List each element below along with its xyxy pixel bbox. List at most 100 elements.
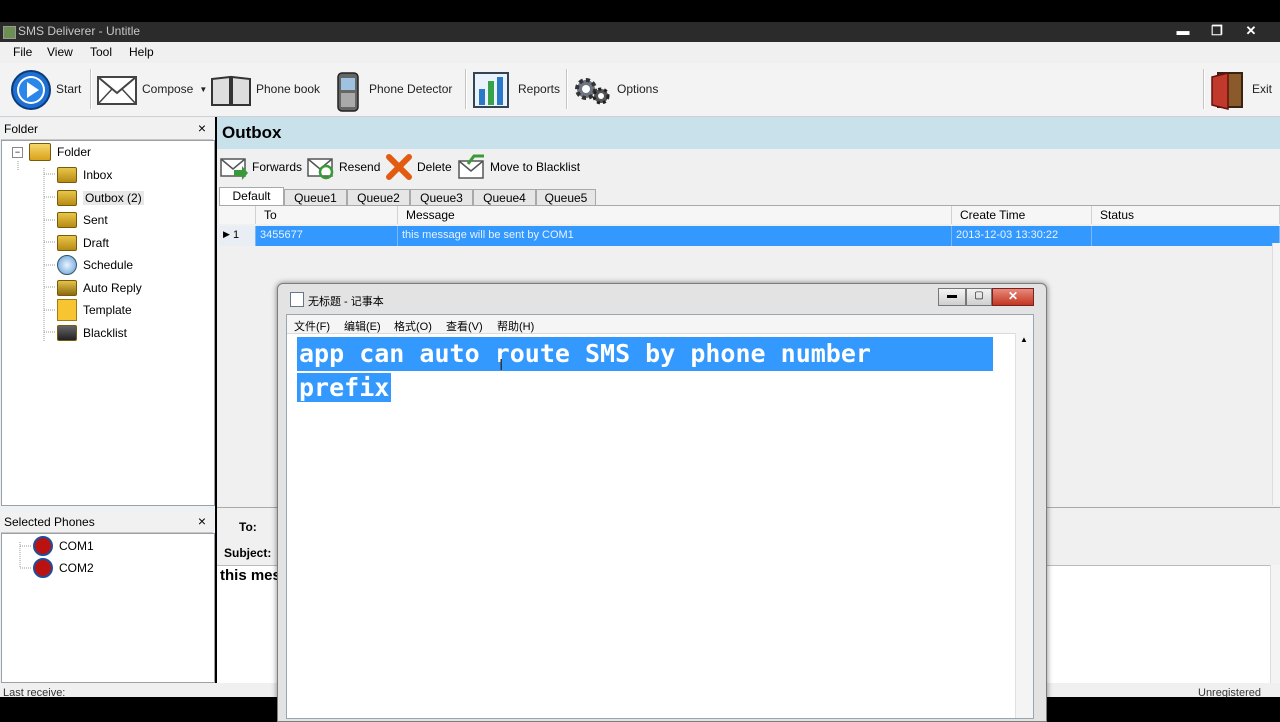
compose-dropdown-icon[interactable]: ▼	[199, 85, 207, 94]
phonebook-button[interactable]: Phone book	[210, 66, 320, 112]
template-icon	[57, 299, 77, 321]
resend-mail-icon	[307, 154, 335, 180]
cell-create-time: 2013-12-03 13:30:22	[952, 226, 1092, 246]
tab-queue4[interactable]: Queue4	[473, 189, 536, 205]
tab-queue2[interactable]: Queue2	[347, 189, 410, 205]
restore-button[interactable]: ❐	[1206, 22, 1228, 42]
tab-queue5[interactable]: Queue5	[536, 189, 596, 205]
outbox-title: Outbox	[222, 123, 282, 142]
column-header-status[interactable]: Status	[1092, 206, 1280, 224]
folder-panel-header: Folder ×	[1, 119, 213, 140]
blacklist-mail-icon	[458, 154, 486, 180]
notepad-title: 无标题 - 记事本	[308, 296, 384, 308]
folder-item-sent[interactable]: Sent	[57, 210, 108, 230]
notepad-menu-file[interactable]: 文件(F)	[294, 318, 330, 334]
minimize-button[interactable]: ▬	[1172, 22, 1194, 42]
menu-bar: File View Tool Help	[0, 42, 1280, 63]
subject-label: Subject:	[224, 546, 272, 560]
exit-door-icon	[1210, 69, 1246, 110]
modem-icon	[33, 536, 53, 556]
blacklist-folder-icon	[57, 325, 77, 341]
menu-tool[interactable]: Tool	[90, 45, 112, 59]
phone-item-com2[interactable]: COM2	[33, 558, 94, 578]
folder-item-inbox[interactable]: Inbox	[57, 165, 112, 185]
start-button[interactable]: Start	[10, 66, 81, 112]
notepad-caption-buttons: ▬ ▢ ✕	[938, 288, 1034, 306]
delete-x-icon	[385, 154, 413, 180]
notepad-menu-format[interactable]: 格式(O)	[394, 318, 432, 334]
resend-button[interactable]: Resend	[307, 151, 380, 183]
column-header-to[interactable]: To	[256, 206, 398, 224]
draft-folder-icon	[57, 235, 77, 251]
notepad-maximize-button[interactable]: ▢	[966, 288, 992, 306]
menu-file[interactable]: File	[13, 45, 32, 59]
options-button[interactable]: Options	[571, 66, 658, 112]
menu-help[interactable]: Help	[129, 45, 154, 59]
scroll-up-icon[interactable]: ▲	[1020, 335, 1028, 344]
folder-item-auto-reply[interactable]: Auto Reply	[57, 278, 142, 298]
notepad-close-button[interactable]: ✕	[992, 288, 1034, 306]
notepad-text-area[interactable]: app can auto route SMS by phone number p…	[297, 337, 997, 405]
main-toolbar: Start Compose ▼ Phone book Phone Detecto…	[0, 63, 1280, 117]
notepad-menu-view[interactable]: 查看(V)	[446, 318, 483, 334]
phones-tree: COM1 COM2	[1, 533, 215, 683]
folder-item-outbox[interactable]: Outbox (2)	[57, 188, 144, 208]
folder-item-schedule[interactable]: Schedule	[57, 255, 133, 275]
tab-queue3[interactable]: Queue3	[410, 189, 473, 205]
row-pointer-icon: ▶	[223, 229, 230, 239]
delete-button[interactable]: Delete	[385, 151, 452, 183]
notepad-minimize-button[interactable]: ▬	[938, 288, 966, 306]
cell-message: this message will be sent by COM1	[398, 226, 952, 246]
bar-chart-icon	[472, 69, 512, 109]
play-icon	[10, 69, 51, 110]
menu-view[interactable]: View	[47, 45, 73, 59]
tab-default[interactable]: Default	[219, 187, 284, 206]
column-header-message[interactable]: Message	[398, 206, 952, 224]
folder-item-blacklist[interactable]: Blacklist	[57, 323, 127, 343]
phone-detector-button[interactable]: Phone Detector	[333, 66, 452, 112]
phones-panel-close-icon[interactable]: ×	[198, 513, 206, 529]
book-icon	[210, 69, 251, 109]
modem-icon	[33, 558, 53, 578]
column-header-create-time[interactable]: Create Time	[952, 206, 1092, 224]
sent-folder-icon	[57, 212, 77, 228]
text-cursor-icon: I	[499, 357, 504, 374]
phones-panel-header: Selected Phones ×	[1, 512, 213, 533]
folder-panel-close-icon[interactable]: ×	[198, 120, 206, 136]
notepad-menu-edit[interactable]: 编辑(E)	[344, 318, 381, 334]
folder-open-icon	[29, 143, 51, 161]
folder-item-draft[interactable]: Draft	[57, 233, 109, 253]
selected-text-line-1: app can auto route SMS by phone number	[297, 337, 993, 371]
folder-panel-title: Folder	[4, 122, 39, 136]
inbox-folder-icon	[57, 167, 77, 183]
close-button[interactable]: ✕	[1240, 22, 1262, 42]
folder-item-template[interactable]: Template	[57, 299, 132, 321]
envelope-icon	[96, 69, 137, 109]
notepad-window[interactable]: 无标题 - 记事本 ▬ ▢ ✕ 文件(F) 编辑(E) 格式(O) 查看(V) …	[277, 283, 1047, 722]
notepad-scrollbar[interactable]: ▲	[1015, 333, 1033, 718]
cell-to: 3455677	[256, 226, 398, 246]
window-title: SMS Deliverer - Untitle	[18, 24, 141, 38]
screen-top-strip	[0, 0, 1280, 22]
collapse-icon[interactable]: −	[12, 146, 23, 158]
row-selector[interactable]: ▶ 1	[219, 226, 256, 246]
table-row[interactable]: ▶ 1 3455677 this message will be sent by…	[219, 226, 1280, 246]
grid-scrollbar[interactable]	[1272, 243, 1280, 505]
detail-scrollbar[interactable]	[1270, 565, 1280, 684]
forwards-button[interactable]: Forwards	[220, 151, 302, 183]
compose-button[interactable]: Compose ▼	[96, 66, 207, 112]
app-icon	[3, 26, 16, 39]
left-panel: Folder × − Folder Inbox Outbox (2) Sent …	[0, 117, 215, 683]
tab-queue1[interactable]: Queue1	[284, 189, 347, 205]
folder-root[interactable]: − Folder	[12, 142, 91, 162]
phone-item-com1[interactable]: COM1	[33, 536, 94, 556]
folder-tree: − Folder Inbox Outbox (2) Sent Draft Sch…	[1, 140, 215, 506]
reports-button[interactable]: Reports	[472, 66, 560, 112]
row-number-header	[219, 206, 256, 224]
notepad-menu-help[interactable]: 帮助(H)	[497, 318, 534, 334]
outbox-header: Outbox	[217, 117, 1280, 149]
move-to-blacklist-button[interactable]: Move to Blacklist	[458, 151, 580, 183]
exit-button[interactable]: Exit	[1210, 66, 1272, 112]
notepad-menu-bar: 文件(F) 编辑(E) 格式(O) 查看(V) 帮助(H)	[287, 315, 1033, 334]
forward-mail-icon	[220, 154, 248, 180]
